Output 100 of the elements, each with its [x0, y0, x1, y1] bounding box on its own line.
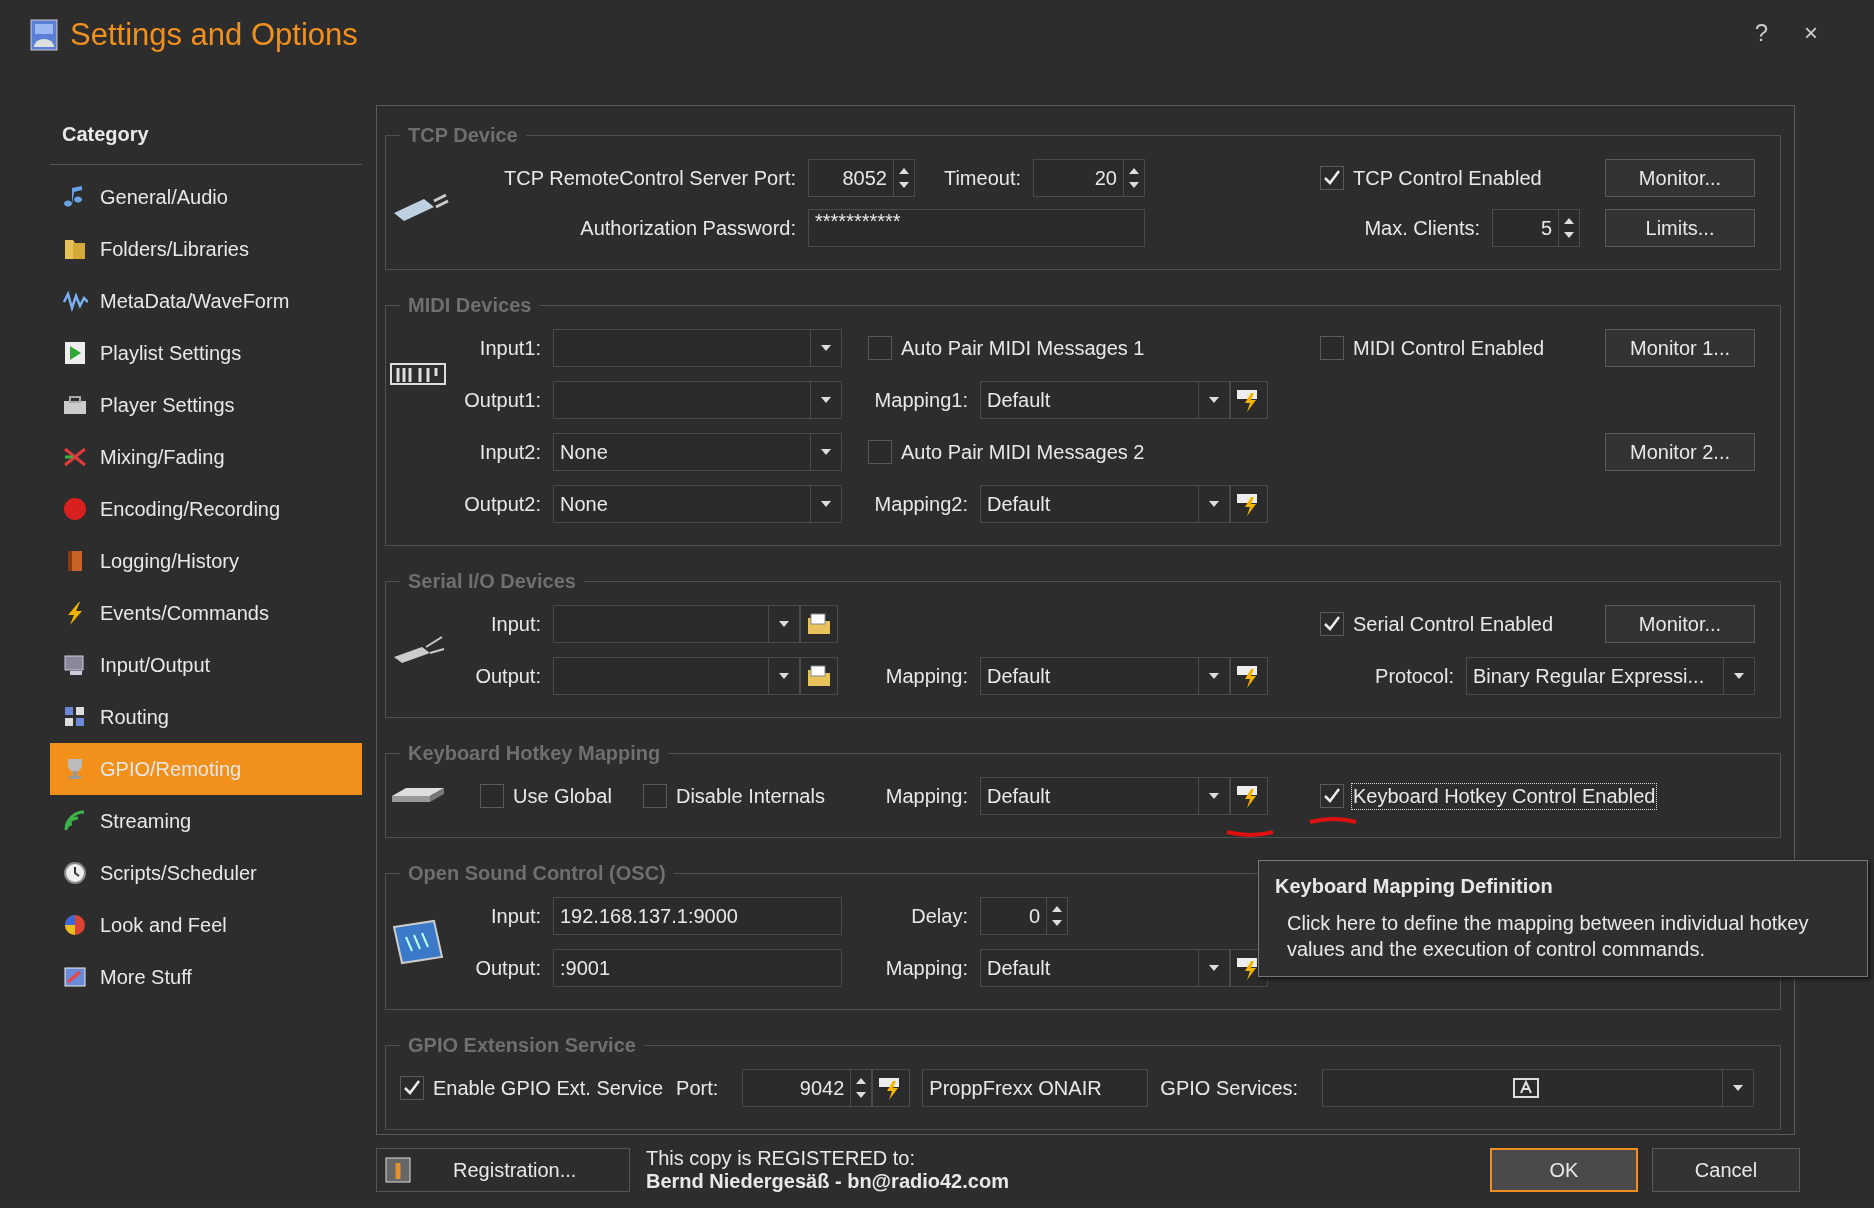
- sidebar-heading: Category: [50, 105, 362, 165]
- sidebar-item[interactable]: Mixing/Fading: [50, 431, 362, 483]
- mapping-button[interactable]: [1230, 485, 1268, 523]
- checkbox-label[interactable]: Serial Control Enabled: [1352, 611, 1555, 637]
- dropdown[interactable]: Binary Regular Expressi...: [1466, 657, 1755, 695]
- field-label: Mapping2:: [873, 492, 969, 516]
- clock-icon: [62, 860, 88, 886]
- registration-button[interactable]: Registration...: [376, 1148, 630, 1192]
- dropdown[interactable]: Default: [980, 777, 1230, 815]
- sidebar-item[interactable]: Playlist Settings: [50, 327, 362, 379]
- caret-icon: [820, 500, 832, 508]
- field-label: Mapping1:: [873, 388, 969, 412]
- mapping-button[interactable]: [872, 1069, 911, 1107]
- field-label: Input:: [489, 612, 542, 636]
- dropdown[interactable]: Default: [980, 657, 1230, 695]
- checkbox[interactable]: [642, 784, 667, 808]
- ok-button[interactable]: OK: [1490, 1148, 1638, 1192]
- field-label: Output:: [474, 664, 542, 688]
- caret-icon: [1208, 672, 1220, 680]
- caret-icon: [1733, 672, 1745, 680]
- caret-icon: [1208, 792, 1220, 800]
- number-field[interactable]: 8052: [808, 159, 915, 197]
- sidebar-item[interactable]: MetaData/WaveForm: [50, 275, 362, 327]
- folder-icon: [806, 664, 832, 688]
- caret-icon: [1208, 964, 1220, 972]
- checkbox-label[interactable]: Auto Pair MIDI Messages 2: [900, 439, 1146, 465]
- checkbox-label[interactable]: MIDI Control Enabled: [1352, 335, 1546, 361]
- sidebar-item[interactable]: Folders/Libraries: [50, 223, 362, 275]
- checkbox[interactable]: [480, 784, 504, 808]
- annotation-underline: [1308, 816, 1358, 826]
- checkbox-label[interactable]: Enable GPIO Ext. Service: [432, 1075, 665, 1101]
- dropdown[interactable]: None: [553, 433, 842, 471]
- checkbox-label[interactable]: Auto Pair MIDI Messages 1: [900, 335, 1146, 361]
- dropdown[interactable]: Default: [980, 485, 1230, 523]
- field-label: Mapping:: [884, 956, 969, 980]
- service-name-field[interactable]: ProppFrexx ONAIR: [922, 1069, 1149, 1107]
- number-field[interactable]: 5: [1492, 209, 1580, 247]
- mapping-button[interactable]: [1230, 657, 1268, 695]
- checkbox[interactable]: [1320, 336, 1344, 360]
- caret-icon: [820, 344, 832, 352]
- field-label: Mapping:: [884, 784, 969, 808]
- checkbox[interactable]: [1320, 166, 1344, 190]
- caret-icon: [778, 620, 790, 628]
- limits-button[interactable]: Limits...: [1605, 209, 1755, 247]
- sidebar-item[interactable]: Look and Feel: [50, 899, 362, 951]
- checkbox-label[interactable]: Keyboard Hotkey Control Enabled: [1352, 783, 1657, 809]
- password-field[interactable]: ***********: [808, 209, 1145, 247]
- browse-button[interactable]: [800, 657, 838, 695]
- mapping-button[interactable]: [1230, 381, 1268, 419]
- sidebar-item[interactable]: Logging/History: [50, 535, 362, 587]
- window-title: Settings and Options: [70, 17, 358, 53]
- monitor-button[interactable]: Monitor...: [1605, 159, 1755, 197]
- sidebar-item[interactable]: General/Audio: [50, 171, 362, 223]
- checkbox[interactable]: [868, 440, 892, 464]
- group-title: GPIO Extension Service: [407, 1034, 637, 1057]
- group-title: Open Sound Control (OSC): [407, 862, 667, 885]
- caret-icon: [778, 672, 790, 680]
- dropdown[interactable]: None: [553, 485, 842, 523]
- browse-button[interactable]: [800, 605, 838, 643]
- registered-owner: Bernd Niedergesäß - bn@radio42.com: [646, 1170, 1010, 1193]
- group-title: Keyboard Hotkey Mapping: [407, 742, 662, 765]
- field-label: Mapping:: [884, 664, 969, 688]
- sidebar-item[interactable]: Encoding/Recording: [50, 483, 362, 535]
- record-icon: [62, 496, 88, 522]
- checkbox[interactable]: [1320, 612, 1344, 636]
- number-field[interactable]: 9042: [742, 1069, 873, 1107]
- field-label: Delay:: [910, 904, 969, 928]
- input-field[interactable]: 192.168.137.1:9000: [553, 897, 842, 935]
- dropdown[interactable]: Default: [980, 949, 1230, 987]
- cancel-button[interactable]: Cancel: [1652, 1148, 1800, 1192]
- checkbox-label[interactable]: Disable Internals: [674, 783, 826, 809]
- sidebar-item[interactable]: Events/Commands: [50, 587, 362, 639]
- checkbox[interactable]: [400, 1076, 424, 1100]
- sidebar-item[interactable]: Input/Output: [50, 639, 362, 691]
- mapping-button[interactable]: [1230, 777, 1268, 815]
- number-field[interactable]: 20: [1033, 159, 1145, 197]
- monitor-button[interactable]: Monitor 1...: [1605, 329, 1755, 367]
- checkbox-label[interactable]: TCP Control Enabled: [1352, 165, 1543, 191]
- sidebar-item[interactable]: More Stuff: [50, 951, 362, 1003]
- field-label: Authorization Password:: [579, 216, 797, 240]
- sidebar-item[interactable]: Scripts/Scheduler: [50, 847, 362, 899]
- monitor-button[interactable]: Monitor...: [1605, 605, 1755, 643]
- checkbox[interactable]: [1320, 784, 1344, 808]
- checkbox-label[interactable]: Use Global: [512, 783, 613, 809]
- picture-icon: [62, 964, 88, 990]
- annotation-underline: [1225, 828, 1275, 838]
- input-field[interactable]: :9001: [553, 949, 842, 987]
- help-button[interactable]: ?: [1748, 18, 1774, 48]
- caret-icon: [820, 448, 832, 456]
- dropdown[interactable]: Default: [980, 381, 1230, 419]
- wave-icon: [62, 288, 88, 314]
- field-label: Input:: [489, 904, 542, 928]
- close-button[interactable]: ×: [1798, 18, 1824, 48]
- sidebar-item[interactable]: Player Settings: [50, 379, 362, 431]
- field-label: TCP RemoteControl Server Port:: [503, 166, 797, 190]
- number-field[interactable]: 0: [980, 897, 1068, 935]
- sidebar-item[interactable]: Routing: [50, 691, 362, 743]
- monitor-button[interactable]: Monitor 2...: [1605, 433, 1755, 471]
- sidebar-item[interactable]: Streaming: [50, 795, 362, 847]
- checkbox[interactable]: [868, 336, 892, 360]
